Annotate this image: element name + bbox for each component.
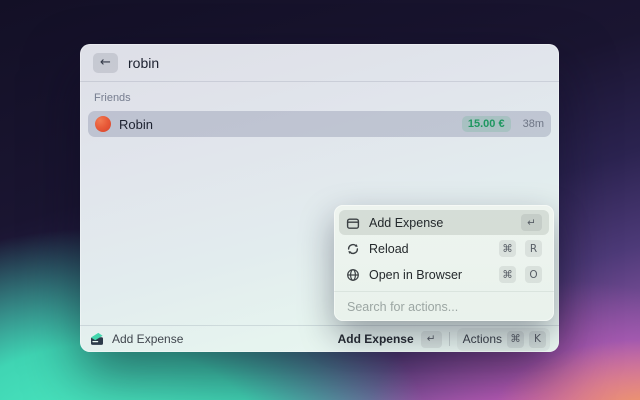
- actions-search: [339, 292, 549, 321]
- footer-actions: Add Expense ↵ Actions ⌘ K: [338, 328, 550, 351]
- action-label: Add Expense: [369, 216, 512, 230]
- actions-menu-button[interactable]: Actions ⌘ K: [457, 328, 550, 351]
- footer-extension: Add Expense: [89, 331, 330, 347]
- primary-action-button[interactable]: Add Expense: [338, 332, 414, 346]
- action-label: Open in Browser: [369, 268, 490, 282]
- k-key-badge: K: [529, 331, 546, 348]
- o-key-badge: O: [525, 266, 542, 283]
- actions-label: Actions: [463, 332, 502, 346]
- r-key-badge: R: [525, 240, 542, 257]
- action-item-reload[interactable]: Reload ⌘ R: [339, 236, 549, 261]
- back-button[interactable]: ←: [93, 53, 118, 73]
- list-item-robin[interactable]: Robin 15.00 € 38m: [88, 111, 551, 137]
- footer-bar: Add Expense Add Expense ↵ Actions ⌘ K: [80, 325, 559, 352]
- cmd-key-badge: ⌘: [499, 240, 516, 257]
- enter-key-badge: ↵: [421, 331, 442, 348]
- enter-key-badge: ↵: [521, 214, 542, 231]
- desktop-background: ← robin Friends Robin 15.00 € 38m Add Ex…: [0, 0, 640, 400]
- action-item-open-in-browser[interactable]: Open in Browser ⌘ O: [339, 262, 549, 287]
- avatar: [95, 116, 111, 132]
- search-query-input[interactable]: robin: [128, 55, 159, 71]
- reload-icon: [346, 242, 360, 256]
- search-header: ← robin: [80, 44, 559, 82]
- cmd-key-badge: ⌘: [499, 266, 516, 283]
- add-expense-extension-icon: [89, 331, 105, 347]
- action-item-add-expense[interactable]: Add Expense ↵: [339, 210, 549, 235]
- footer-divider: [449, 332, 450, 346]
- friend-name: Robin: [119, 117, 454, 132]
- cmd-key-badge: ⌘: [507, 331, 524, 348]
- wallet-icon: [346, 216, 360, 230]
- section-title-friends: Friends: [94, 92, 545, 104]
- footer-app-label: Add Expense: [112, 332, 183, 346]
- action-label: Reload: [369, 242, 490, 256]
- action-panel: Add Expense ↵ Reload ⌘ R: [334, 205, 554, 321]
- globe-icon: [346, 268, 360, 282]
- actions-search-input[interactable]: [347, 292, 541, 321]
- time-label: 38m: [523, 118, 544, 130]
- amount-badge: 15.00 €: [462, 116, 511, 132]
